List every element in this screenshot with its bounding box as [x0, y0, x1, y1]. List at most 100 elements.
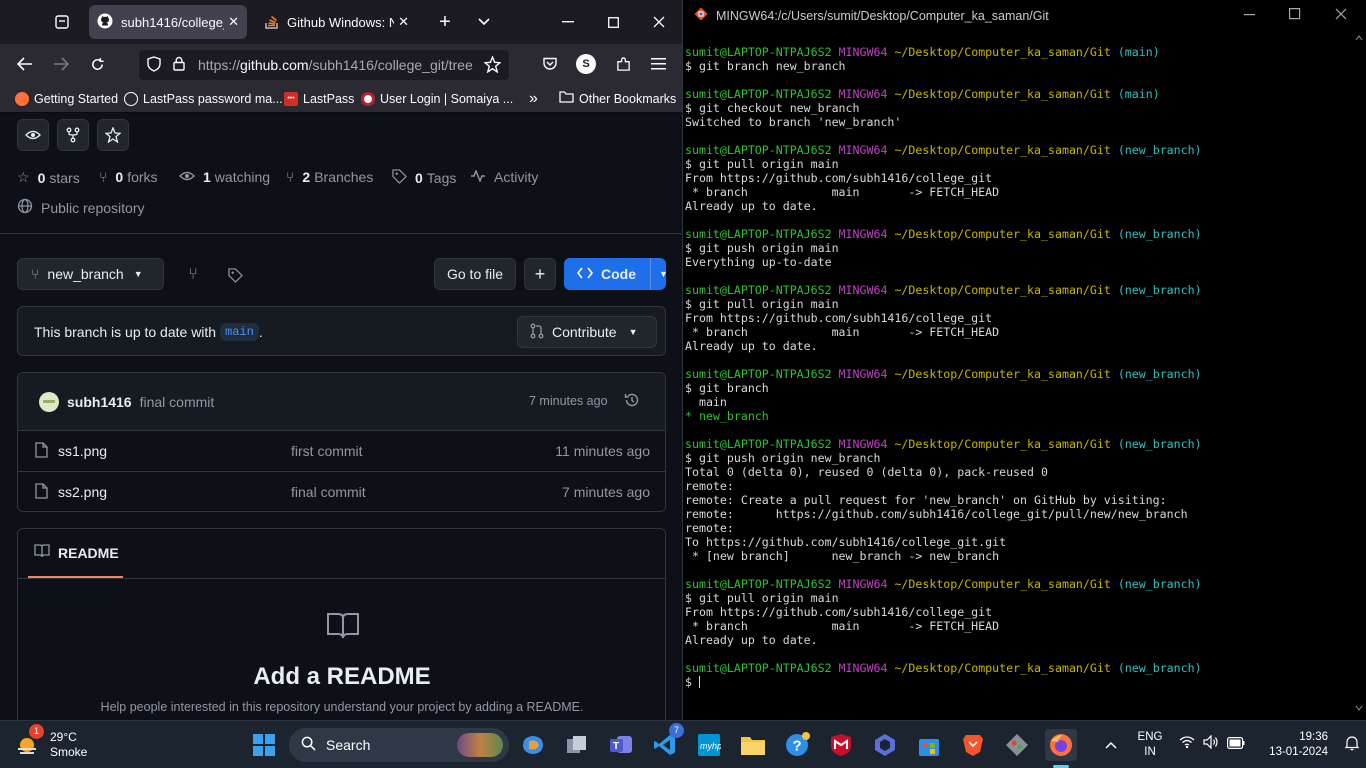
mcafee-icon[interactable] — [825, 729, 857, 761]
branches-icon[interactable]: ⑂ — [181, 263, 205, 287]
code-button[interactable]: Code ▼ — [564, 258, 668, 290]
back-arrow-icon[interactable] — [13, 52, 37, 76]
commit-author[interactable]: subh1416 — [67, 394, 132, 410]
go-to-file-button[interactable]: Go to file — [434, 258, 516, 290]
close-tab-icon[interactable]: ✕ — [398, 14, 409, 30]
file-commit-message[interactable]: final commit — [291, 484, 491, 500]
branch-selector[interactable]: ⑂ new_branch ▼ — [17, 258, 164, 290]
pull-request-icon — [530, 323, 544, 342]
other-bookmarks[interactable]: Other Bookmarks — [559, 84, 676, 113]
terminal-command: $ git branch new_branch — [685, 59, 846, 73]
system-tray[interactable] — [1179, 734, 1245, 754]
minimize-icon[interactable] — [1244, 8, 1256, 23]
readme-tab[interactable]: README — [28, 529, 123, 578]
sun-haze-icon: 1 — [14, 724, 44, 758]
close-tab-icon[interactable]: ✕ — [228, 14, 239, 30]
terminal-command: $ git pull origin main — [685, 297, 839, 311]
star-icon[interactable] — [97, 119, 129, 151]
hp-icon[interactable]: myhp — [693, 729, 725, 761]
profile-avatar[interactable]: S — [576, 54, 596, 74]
minimize-icon[interactable] — [556, 10, 580, 34]
clock[interactable]: 19:36 13-01-2024 — [1252, 730, 1328, 760]
extensions-puzzle-icon[interactable] — [611, 52, 635, 76]
help-icon[interactable]: ? — [781, 729, 813, 761]
file-name[interactable]: ss1.png — [58, 443, 291, 459]
base-branch-link[interactable]: main — [220, 323, 259, 341]
eye-icon — [179, 169, 195, 185]
maximize-icon[interactable] — [1289, 8, 1301, 23]
new-tab-icon[interactable]: + — [433, 10, 457, 34]
hamburger-menu-icon[interactable] — [646, 52, 670, 76]
tab-stackoverflow[interactable]: Github Windows: Ne ✕ — [257, 5, 417, 39]
copilot-icon[interactable] — [517, 729, 549, 761]
prompt-path: ~/Desktop/Computer_ka_saman/Git — [894, 437, 1111, 451]
maximize-icon[interactable] — [601, 10, 625, 34]
bookmark-lastpass[interactable]: ••• LastPass — [284, 84, 354, 113]
taskbar-search[interactable]: Search — [289, 728, 509, 762]
readme-box: README Add a README Help people interest… — [17, 528, 666, 720]
watching-link[interactable]: 1 watching — [179, 169, 270, 185]
padlock-icon[interactable] — [173, 56, 185, 74]
history-clock-icon[interactable] — [624, 392, 640, 411]
table-row[interactable]: ss2.png final commit 7 minutes ago — [18, 471, 665, 511]
caret-down-icon[interactable]: ▼ — [650, 258, 668, 290]
bookmarks-overflow-icon[interactable]: » — [529, 84, 538, 113]
table-row[interactable]: ss1.png first commit 11 minutes ago — [18, 430, 665, 471]
teams-icon[interactable]: T — [605, 729, 637, 761]
tags-link[interactable]: 0 Tags — [392, 169, 456, 187]
stars-link[interactable]: ☆ 0 stars — [17, 169, 80, 186]
weather-widget[interactable]: 1 29°C Smoke — [14, 724, 104, 761]
firefox-taskbar-icon[interactable] — [1045, 729, 1077, 761]
bookmark-star-icon[interactable] — [483, 55, 502, 76]
pocket-icon[interactable] — [538, 52, 562, 76]
list-tabs-chevron-icon[interactable] — [472, 10, 496, 34]
terminal-command: $ git push origin new_branch — [685, 451, 881, 465]
brave-icon[interactable] — [957, 729, 989, 761]
file-name[interactable]: ss2.png — [58, 484, 291, 500]
file-commit-message[interactable]: first commit — [291, 443, 491, 459]
bookmark-lastpass-password[interactable]: LastPass password ma... — [124, 84, 283, 113]
close-window-icon[interactable] — [647, 10, 671, 34]
git-gui-icon[interactable] — [1001, 729, 1033, 761]
prompt-branch: (new_branch) — [1117, 577, 1202, 591]
url-bar[interactable]: https://github.com/subh1416/college_git/… — [139, 50, 509, 80]
forks-link[interactable]: ⑂ 0 forks — [99, 169, 158, 185]
start-windows-icon[interactable] — [248, 729, 280, 761]
close-window-icon[interactable] — [1335, 8, 1347, 23]
bookmark-somaiya[interactable]: User Login | Somaiya ... — [361, 84, 513, 113]
tags-icon[interactable] — [223, 263, 247, 287]
terminal-output-line: * branch main -> FETCH_HEAD — [685, 185, 1000, 199]
terminal-scrollbar[interactable] — [1352, 31, 1366, 720]
tracking-shield-icon[interactable] — [147, 55, 161, 75]
branch-status-text: This branch is up to date with main. — [34, 323, 263, 341]
fork-icon[interactable] — [57, 119, 89, 151]
file-explorer-icon[interactable] — [737, 729, 769, 761]
tab-overview-icon[interactable] — [50, 10, 74, 34]
clock-time: 19:36 — [1299, 731, 1328, 743]
input-language[interactable]: ENG IN — [1130, 730, 1170, 760]
task-view-icon[interactable] — [561, 729, 593, 761]
bookmark-getting-started[interactable]: Getting Started — [15, 84, 118, 113]
power-automate-icon[interactable] — [869, 729, 901, 761]
prompt-path: ~/Desktop/Computer_ka_saman/Git — [894, 45, 1111, 59]
branch-icon: ⑂ — [286, 169, 295, 185]
reload-icon[interactable] — [85, 52, 109, 76]
file-time: 11 minutes ago — [555, 443, 650, 459]
branches-link[interactable]: ⑂ 2 Branches — [286, 169, 373, 185]
show-hidden-icons-chevron[interactable] — [1095, 729, 1127, 761]
microsoft-store-icon[interactable] — [913, 729, 945, 761]
terminal-output[interactable]: sumit@LAPTOP-NTPAJ6S2 MINGW64 ~/Desktop/… — [685, 45, 1355, 689]
add-file-button[interactable]: + — [524, 258, 556, 290]
contribute-button[interactable]: Contribute ▼ — [517, 316, 657, 348]
forward-arrow-icon[interactable] — [49, 52, 73, 76]
watch-icon[interactable] — [17, 119, 49, 151]
prompt-env: MINGW64 — [838, 367, 888, 381]
avatar[interactable] — [39, 391, 59, 412]
commit-message[interactable]: final commit — [140, 394, 215, 410]
vscode-icon[interactable]: 7 — [649, 723, 684, 761]
tab-github-repo[interactable]: subh1416/college_git ✕ — [89, 5, 247, 39]
activity-link[interactable]: Activity — [470, 169, 538, 185]
notification-bell-icon[interactable] — [1344, 735, 1360, 756]
